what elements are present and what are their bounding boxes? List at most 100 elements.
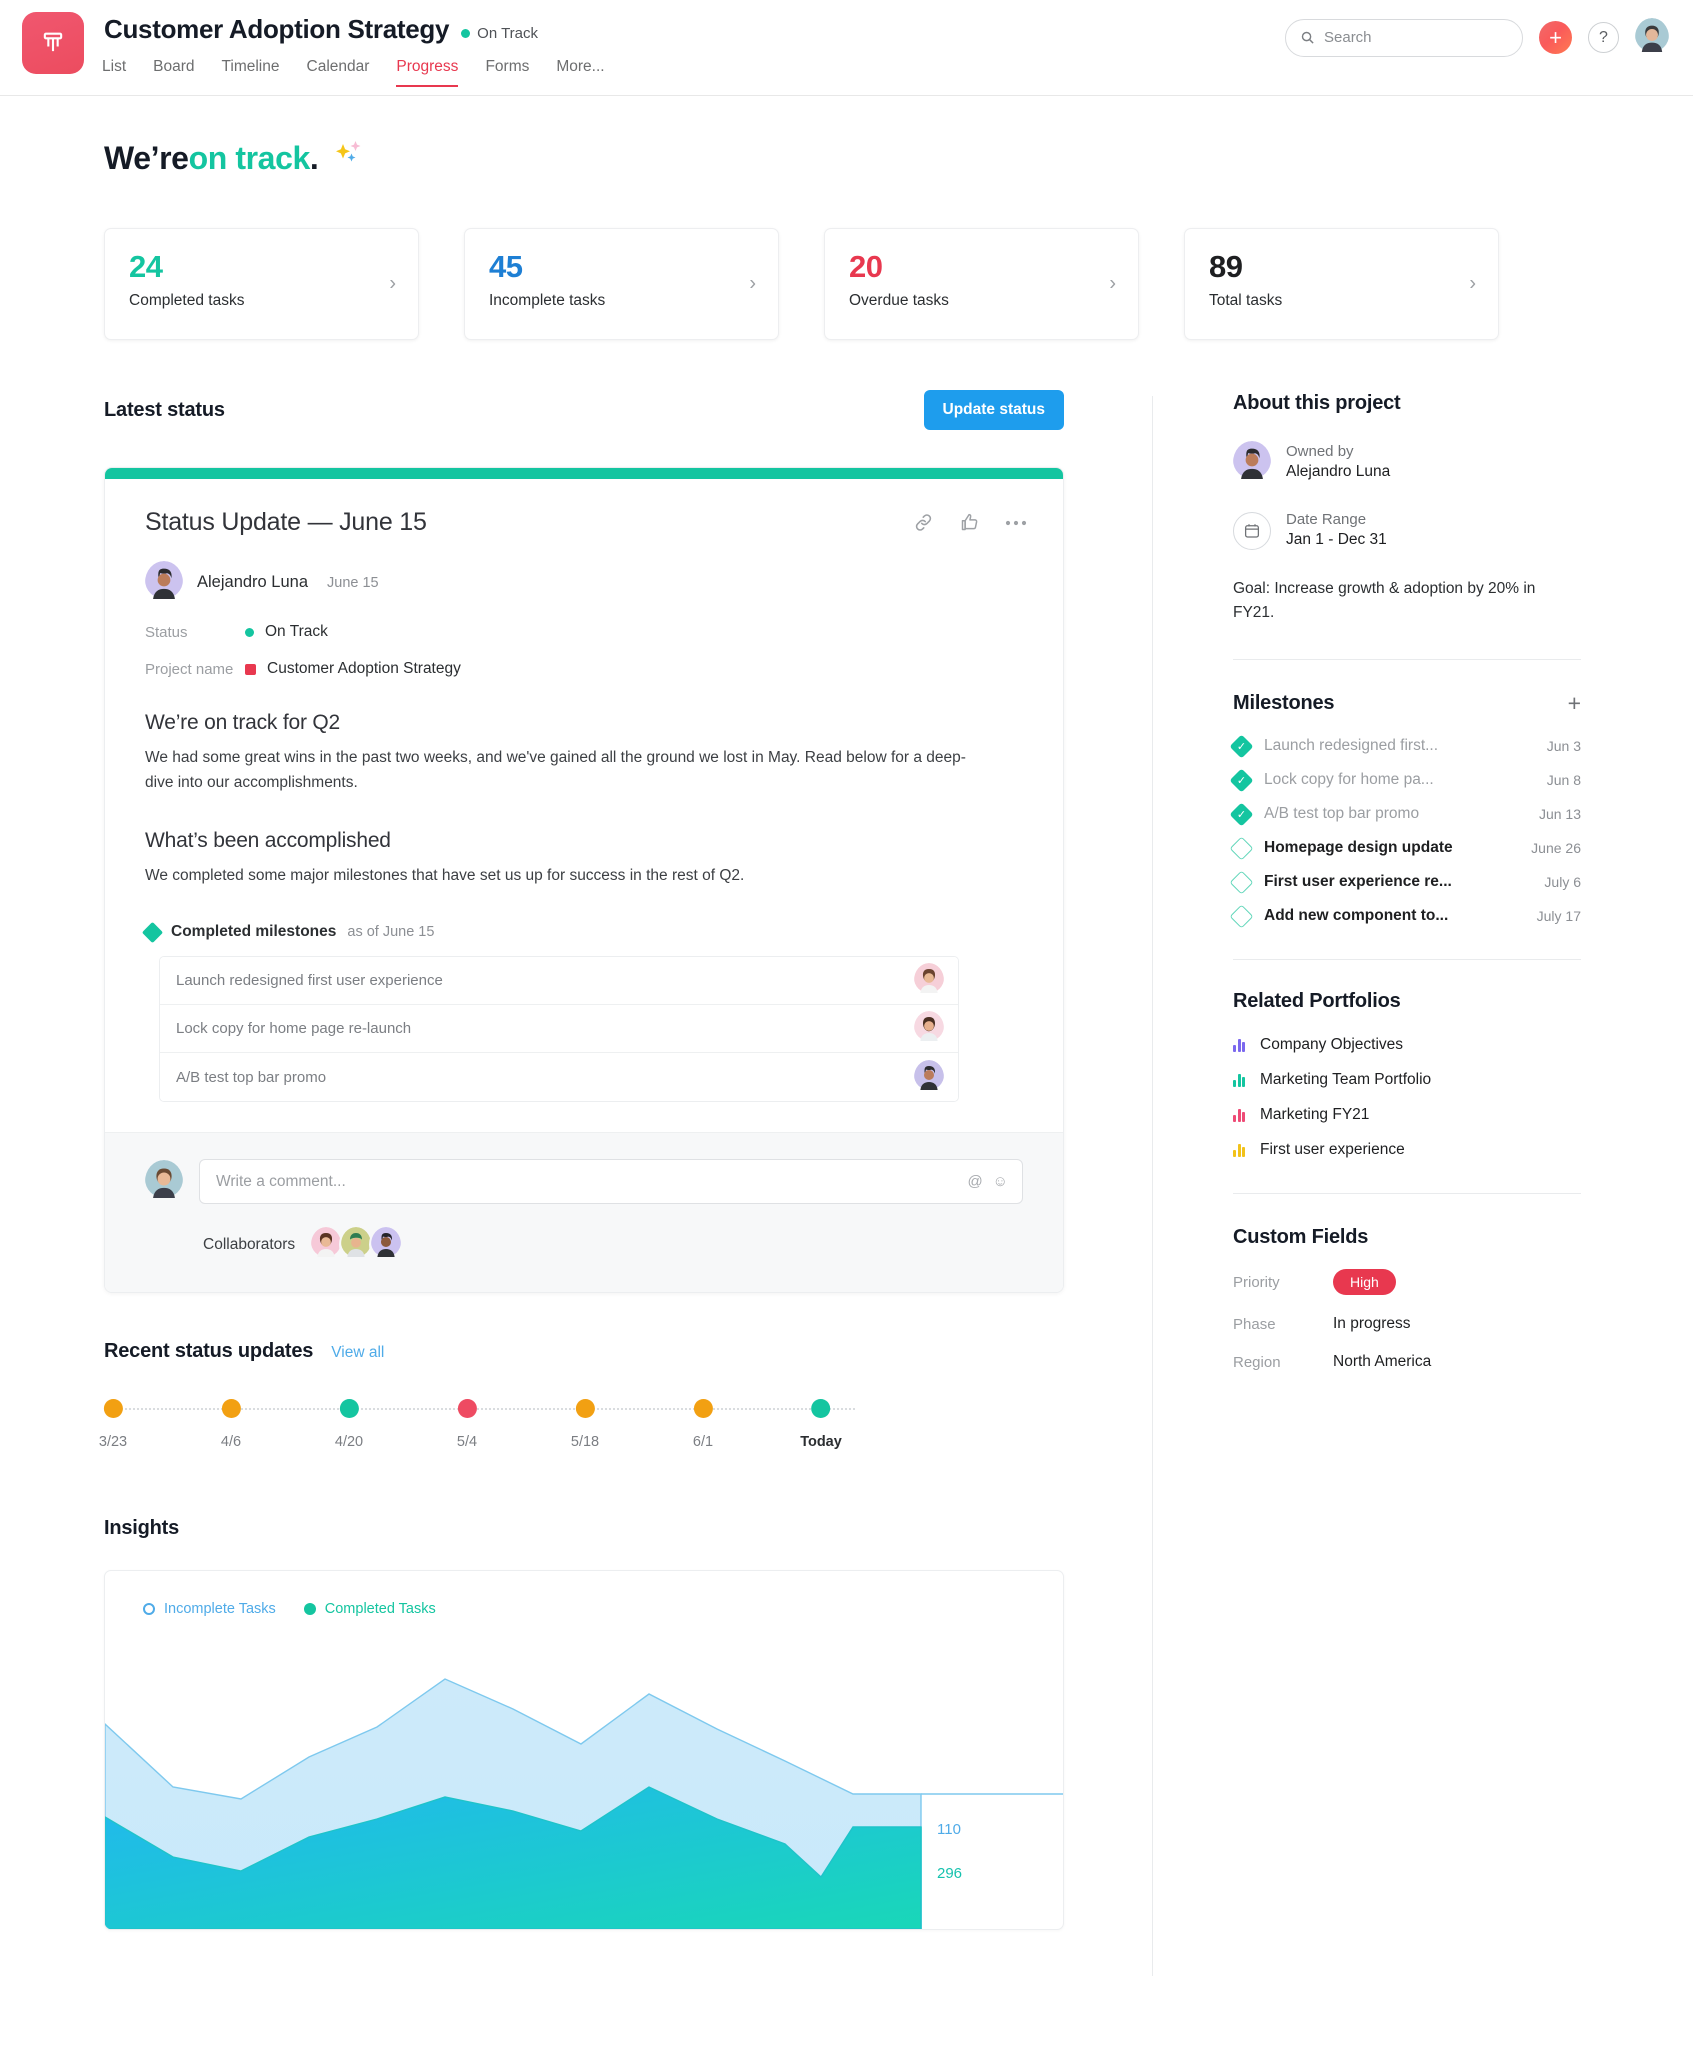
completed-milestones-label: Completed milestones: [171, 923, 337, 941]
list-item[interactable]: Marketing FY21: [1233, 1106, 1581, 1124]
status-dot-icon: [245, 627, 254, 637]
list-item[interactable]: Marketing Team Portfolio: [1233, 1071, 1581, 1089]
search-input[interactable]: Search: [1285, 18, 1523, 57]
divider: [1233, 659, 1581, 661]
timeline-point[interactable]: 5/18: [571, 1399, 599, 1450]
milestones-header: Milestones +: [1233, 692, 1581, 715]
status-timeline: 3/23 4/6 4/20 5/4 5/18 6/1 Today: [99, 1399, 864, 1465]
tab-progress[interactable]: Progress: [396, 58, 459, 87]
view-all-link[interactable]: View all: [331, 1344, 384, 1362]
custom-field-value: North America: [1333, 1353, 1432, 1371]
project-title-row: Customer Adoption Strategy On Track: [104, 14, 538, 45]
timeline-label: 3/23: [98, 1434, 128, 1451]
tab-timeline[interactable]: Timeline: [222, 58, 280, 87]
legend-marker-icon: [303, 1603, 316, 1616]
update-status-button[interactable]: Update status: [923, 390, 1064, 430]
add-button[interactable]: +: [1539, 21, 1572, 54]
list-item[interactable]: Company Objectives: [1233, 1036, 1581, 1054]
project-goal-text: Goal: Increase growth & adoption by 20% …: [1233, 580, 1536, 622]
tab-forms[interactable]: Forms: [485, 58, 529, 87]
portfolio-chart-icon: [1233, 1038, 1245, 1053]
comment-input[interactable]: Write a comment... @ ☺: [199, 1159, 1023, 1205]
right-sidebar: About this project Owned by Alejandro Lu…: [1229, 392, 1581, 1371]
milestone-label: Add new component to...: [1264, 907, 1449, 925]
legend-item-incomplete[interactable]: Incomplete Tasks: [143, 1601, 276, 1617]
app-window: Customer Adoption Strategy On Track List…: [0, 0, 1693, 2048]
project-date-range-row[interactable]: Date Range Jan 1 - Dec 31: [1233, 510, 1581, 551]
collaborators-label: Collaborators: [203, 1235, 296, 1253]
list-item[interactable]: Homepage design update June 26: [1229, 836, 1581, 861]
list-item[interactable]: First user experience: [1233, 1141, 1581, 1159]
completed-milestones-table: Launch redesigned first user experience …: [159, 956, 959, 1103]
user-avatar[interactable]: [1635, 18, 1669, 57]
page-title: Customer Adoption Strategy: [104, 14, 450, 44]
sparkles-icon: [332, 138, 366, 179]
thumbs-up-icon[interactable]: [959, 512, 980, 533]
project-owner-row[interactable]: Owned by Alejandro Luna: [1233, 441, 1581, 484]
tab-calendar[interactable]: Calendar: [307, 58, 370, 87]
portfolio-chart-icon: [1233, 1108, 1245, 1123]
custom-field-region[interactable]: Region North America: [1233, 1353, 1581, 1371]
status-update-card: Status Update — June 15 Alejandro Luna J…: [104, 467, 1064, 1294]
legend-item-completed[interactable]: Completed Tasks: [303, 1601, 436, 1617]
tab-list[interactable]: List: [102, 58, 126, 87]
timeline-dot-icon: [811, 1399, 831, 1419]
timeline-point[interactable]: 6/1: [693, 1399, 713, 1450]
custom-field-priority[interactable]: Priority High: [1233, 1269, 1581, 1296]
recent-status-updates: Recent status updates View all 3/23 4/6 …: [99, 1340, 1064, 1465]
add-milestone-button[interactable]: +: [1568, 692, 1581, 715]
milestone-diamond-icon: [141, 921, 164, 943]
tab-more[interactable]: More...: [556, 58, 604, 87]
timeline-point[interactable]: Today: [800, 1399, 842, 1450]
timeline-point[interactable]: 4/20: [335, 1399, 363, 1450]
custom-field-key: Region: [1233, 1353, 1281, 1371]
milestone-name: A/B test top bar promo: [176, 1068, 327, 1086]
headline-prefix: We’re: [104, 140, 189, 176]
stat-card-incomplete[interactable]: 45 Incomplete tasks ›: [464, 228, 779, 340]
more-options-icon[interactable]: [1005, 520, 1027, 526]
avatar[interactable]: [309, 1225, 344, 1265]
stat-cards: 24 Completed tasks › 45 Incomplete tasks…: [104, 228, 1499, 340]
view-tabs: List Board Timeline Calendar Progress Fo…: [102, 58, 605, 87]
author-name: Alejandro Luna: [197, 573, 309, 591]
timeline-point[interactable]: 3/23: [99, 1399, 127, 1450]
status-heading-1: We’re on track for Q2: [145, 711, 340, 734]
tab-board[interactable]: Board: [153, 58, 194, 87]
stat-card-completed[interactable]: 24 Completed tasks ›: [104, 228, 419, 340]
insights-section: Insights Incomplete Tasks Completed Task…: [104, 1517, 1064, 1931]
avatar[interactable]: [369, 1225, 404, 1265]
emoji-icon[interactable]: ☺: [993, 1173, 1008, 1190]
help-button[interactable]: ?: [1588, 22, 1619, 53]
table-row[interactable]: Lock copy for home page re-launch: [160, 1005, 958, 1054]
top-bar: Customer Adoption Strategy On Track List…: [0, 0, 1693, 96]
chevron-right-icon: ›: [389, 272, 396, 295]
list-item[interactable]: Add new component to... July 17: [1229, 904, 1581, 929]
stat-card-overdue[interactable]: 20 Overdue tasks ›: [824, 228, 1139, 340]
status-paragraph-2: We completed some major milestones that …: [145, 866, 745, 884]
timeline-dot-icon: [457, 1399, 477, 1419]
latest-status-header: Latest status Update status: [104, 390, 1064, 430]
mention-icon[interactable]: @: [967, 1173, 982, 1190]
project-status-badge[interactable]: On Track: [461, 25, 538, 42]
link-icon[interactable]: [913, 512, 934, 533]
milestones-list: ✓ Launch redesigned first... Jun 3 ✓ Loc…: [1229, 734, 1581, 929]
stat-card-total[interactable]: 89 Total tasks ›: [1184, 228, 1499, 340]
table-row[interactable]: Launch redesigned first user experience: [160, 957, 958, 1006]
list-item[interactable]: ✓ Launch redesigned first... Jun 3: [1229, 734, 1581, 759]
owner-value: Alejandro Luna: [1286, 463, 1391, 481]
list-item[interactable]: First user experience re... July 6: [1229, 870, 1581, 895]
avatar[interactable]: [339, 1225, 374, 1265]
timeline-label: 4/6: [220, 1434, 242, 1451]
list-item[interactable]: ✓ Lock copy for home pa... Jun 8: [1229, 768, 1581, 793]
status-paragraph-1: We had some great wins in the past two w…: [145, 749, 966, 791]
completed-milestones-header: Completed milestones as of June 15: [141, 921, 1023, 943]
milestones-title: Milestones: [1233, 692, 1335, 715]
timeline-point[interactable]: 5/4: [457, 1399, 477, 1450]
milestone-label: First user experience re...: [1264, 873, 1452, 891]
completed-milestones-subtext: as of June 15: [347, 924, 435, 941]
timeline-point[interactable]: 4/6: [221, 1399, 241, 1450]
list-item[interactable]: ✓ A/B test top bar promo Jun 13: [1229, 802, 1581, 827]
custom-field-phase[interactable]: Phase In progress: [1233, 1315, 1581, 1333]
table-row[interactable]: A/B test top bar promo: [160, 1053, 958, 1102]
collaborators-row: Collaborators: [203, 1225, 1023, 1265]
